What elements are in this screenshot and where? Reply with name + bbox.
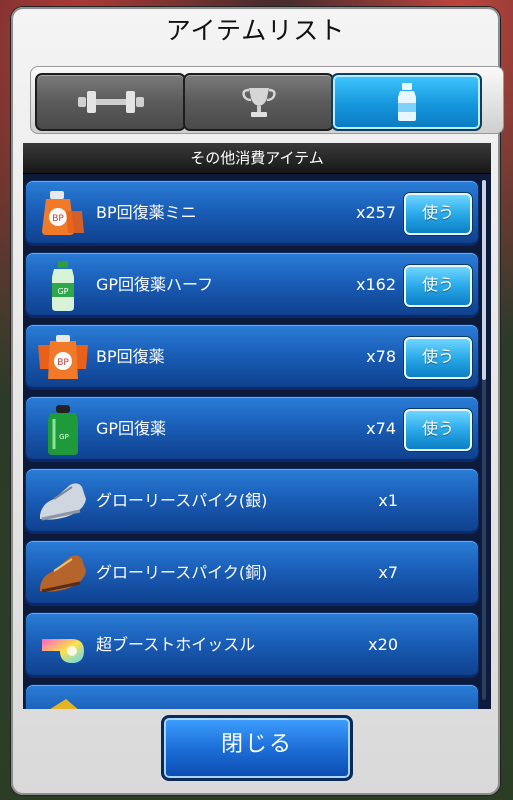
item-name: グローリースパイク(銅) bbox=[96, 563, 268, 582]
section-header: その他消費アイテム bbox=[23, 143, 491, 174]
list-item: BP BP回復薬 x78 使う bbox=[25, 324, 479, 390]
category-tabs bbox=[30, 66, 504, 134]
use-button[interactable]: 使う bbox=[404, 265, 472, 307]
item-name: 超ブーストホイッスル bbox=[96, 635, 256, 654]
bp-pouch-pack-icon: BP bbox=[38, 335, 88, 379]
item-name: BP回復薬ミニ bbox=[96, 203, 197, 222]
list-item: GP GP回復薬 x74 使う bbox=[25, 396, 479, 462]
svg-text:GP: GP bbox=[59, 433, 69, 441]
item-name: GP回復薬ハーフ bbox=[96, 275, 214, 294]
item-list-dialog: アイテムリスト その他消費アイテム BP BP回復薬ミニ x257 使う GP … bbox=[11, 7, 504, 795]
list-item: グローリースパイク(銅) x7 bbox=[25, 540, 479, 606]
dumbbell-icon bbox=[77, 91, 144, 113]
item-name: グローリースパイク(銀) bbox=[96, 491, 268, 510]
scrollbar[interactable] bbox=[482, 180, 486, 700]
item-quantity: x74 bbox=[366, 419, 396, 438]
svg-text:BP: BP bbox=[52, 214, 64, 224]
bp-pouch-mini-icon: BP bbox=[42, 191, 84, 235]
gp-bottle-half-icon: GP bbox=[52, 261, 74, 311]
use-button[interactable]: 使う bbox=[404, 193, 472, 235]
list-item: GP GP回復薬ハーフ x162 使う bbox=[25, 252, 479, 318]
svg-text:BP: BP bbox=[57, 358, 69, 368]
gp-bottle-icon: GP bbox=[48, 405, 78, 455]
use-button[interactable]: 使う bbox=[404, 337, 472, 379]
scrollbar-thumb[interactable] bbox=[482, 180, 486, 380]
trophy-icon bbox=[241, 88, 276, 117]
tab-consumables[interactable] bbox=[331, 73, 482, 131]
svg-text:GP: GP bbox=[57, 287, 68, 296]
item-quantity: x162 bbox=[355, 275, 396, 294]
item-list-area: その他消費アイテム BP BP回復薬ミニ x257 使う GP GP回復薬ハーフ… bbox=[23, 143, 491, 709]
item-quantity: x7 bbox=[378, 563, 398, 582]
list-item: グローリースパイク(銀) x1 bbox=[25, 468, 479, 534]
item-quantity: x20 bbox=[368, 635, 398, 654]
tab-training[interactable] bbox=[35, 73, 186, 131]
bronze-spike-shoe-icon bbox=[40, 555, 86, 593]
dialog-title: アイテムリスト bbox=[165, 16, 346, 45]
tab-trophy[interactable] bbox=[183, 73, 334, 131]
item-name: BP回復薬 bbox=[96, 347, 165, 366]
silver-spike-shoe-icon bbox=[40, 483, 86, 521]
bottle-icon bbox=[397, 83, 416, 121]
item-quantity: x1 bbox=[378, 491, 398, 510]
item-quantity: x257 bbox=[355, 203, 396, 222]
list-item: 超ブーストホイッスル x20 bbox=[25, 612, 479, 678]
list-item bbox=[25, 684, 479, 709]
list-item: BP BP回復薬ミニ x257 使う bbox=[25, 180, 479, 246]
item-name: GP回復薬 bbox=[96, 419, 167, 438]
close-button[interactable]: 閉じる bbox=[161, 715, 353, 781]
item-quantity: x78 bbox=[366, 347, 396, 366]
boost-whistle-icon bbox=[42, 639, 84, 663]
use-button[interactable]: 使う bbox=[404, 409, 472, 451]
gold-item-icon bbox=[50, 699, 78, 709]
